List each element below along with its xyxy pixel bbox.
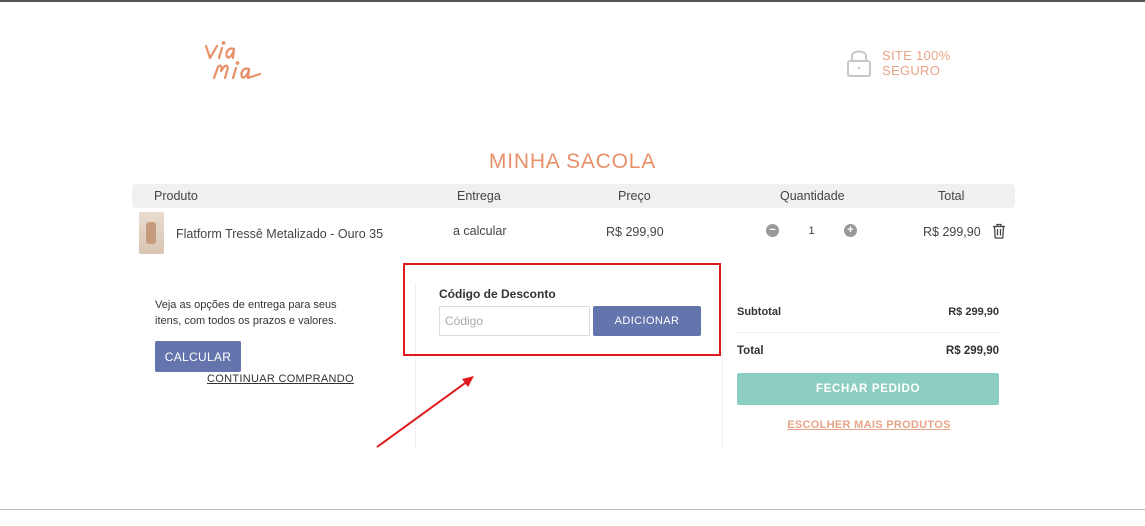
product-thumbnail[interactable] (139, 212, 164, 254)
shipping-info-text: Veja as opções de entrega para seus iten… (155, 299, 337, 327)
column-header-entrega: Entrega (457, 189, 501, 203)
summary-divider (737, 332, 999, 333)
annotation-arrow (376, 376, 474, 448)
continue-shopping-link[interactable]: CONTINUAR COMPRANDO (207, 373, 354, 385)
secure-site-badge: SITE 100% SEGURO (846, 48, 950, 78)
column-header-preco: Preço (618, 189, 651, 203)
discount-code-input[interactable] (439, 306, 590, 336)
delivery-value: a calcular (453, 224, 507, 238)
price-value: R$ 299,90 (606, 225, 664, 239)
subtotal-value: R$ 299,90 (948, 306, 999, 318)
secure-line-2: SEGURO (882, 63, 941, 78)
order-summary-panel: Subtotal R$ 299,90 Total R$ 299,90 FECHA… (723, 283, 1015, 448)
quantity-value: 1 (808, 224, 815, 237)
choose-more-products-link[interactable]: ESCOLHER MAIS PRODUTOS (723, 419, 1015, 431)
product-name[interactable]: Flatform Tressê Metalizado - Ouro 35 (176, 227, 383, 241)
window-top-border (0, 0, 1145, 2)
quantity-stepper: − 1 + (766, 224, 857, 237)
total-label: Total (737, 345, 764, 357)
column-header-quantidade: Quantidade (780, 189, 845, 203)
row-total-value: R$ 299,90 (923, 225, 981, 239)
window-bottom-border (0, 509, 1145, 510)
increase-quantity-button[interactable]: + (844, 224, 857, 237)
subtotal-label: Subtotal (737, 306, 781, 318)
via-mia-logo[interactable] (200, 38, 280, 88)
decrease-quantity-button[interactable]: − (766, 224, 779, 237)
total-value: R$ 299,90 (945, 345, 999, 357)
page-title: MINHA SACOLA (488, 150, 657, 173)
secure-site-text: SITE 100% SEGURO (882, 48, 950, 78)
discount-code-highlight: Código de Desconto ADICIONAR (403, 263, 721, 356)
column-header-total: Total (938, 189, 965, 203)
lock-icon (847, 50, 871, 77)
calculate-shipping-button[interactable]: CALCULAR (155, 341, 241, 372)
cart-table-header: Produto Entrega Preço Quantidade Total (132, 184, 1015, 208)
column-header-produto: Produto (154, 189, 198, 203)
add-discount-button[interactable]: ADICIONAR (593, 306, 701, 336)
secure-line-1: SITE 100% (882, 48, 951, 63)
trash-icon[interactable] (992, 223, 1006, 239)
cart-item-row: Flatform Tressê Metalizado - Ouro 35 a c… (132, 208, 1015, 264)
checkout-button[interactable]: FECHAR PEDIDO (737, 373, 999, 405)
logo-mark (204, 41, 262, 80)
discount-code-label: Código de Desconto (439, 287, 556, 301)
